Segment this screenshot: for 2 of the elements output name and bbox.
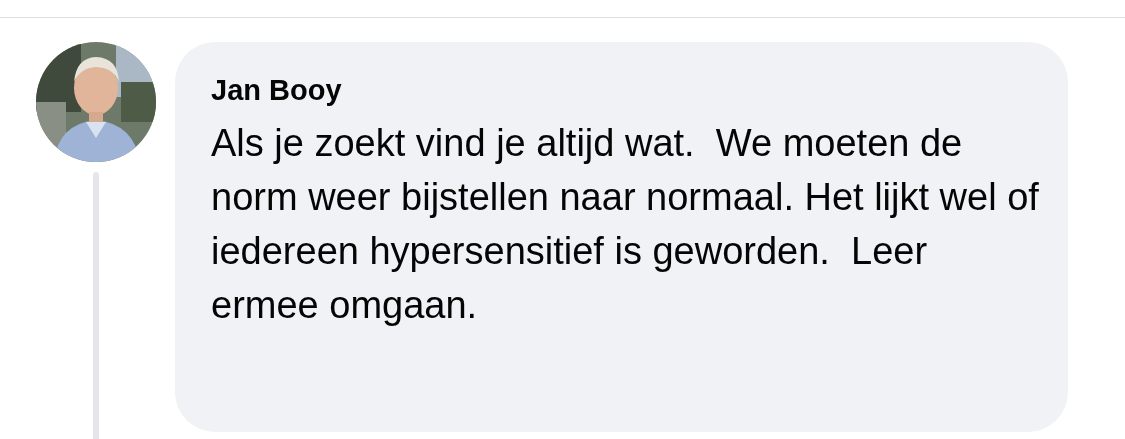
author-name[interactable]: Jan Booy: [211, 70, 342, 110]
comment-text: Als je zoekt vind je altijd wat. We moeten de norm weer bijstellen naar normaal. Het lijkt wel of iedereen hypersensitief is geworden. Leer ermee omgaan.: [211, 121, 1040, 328]
